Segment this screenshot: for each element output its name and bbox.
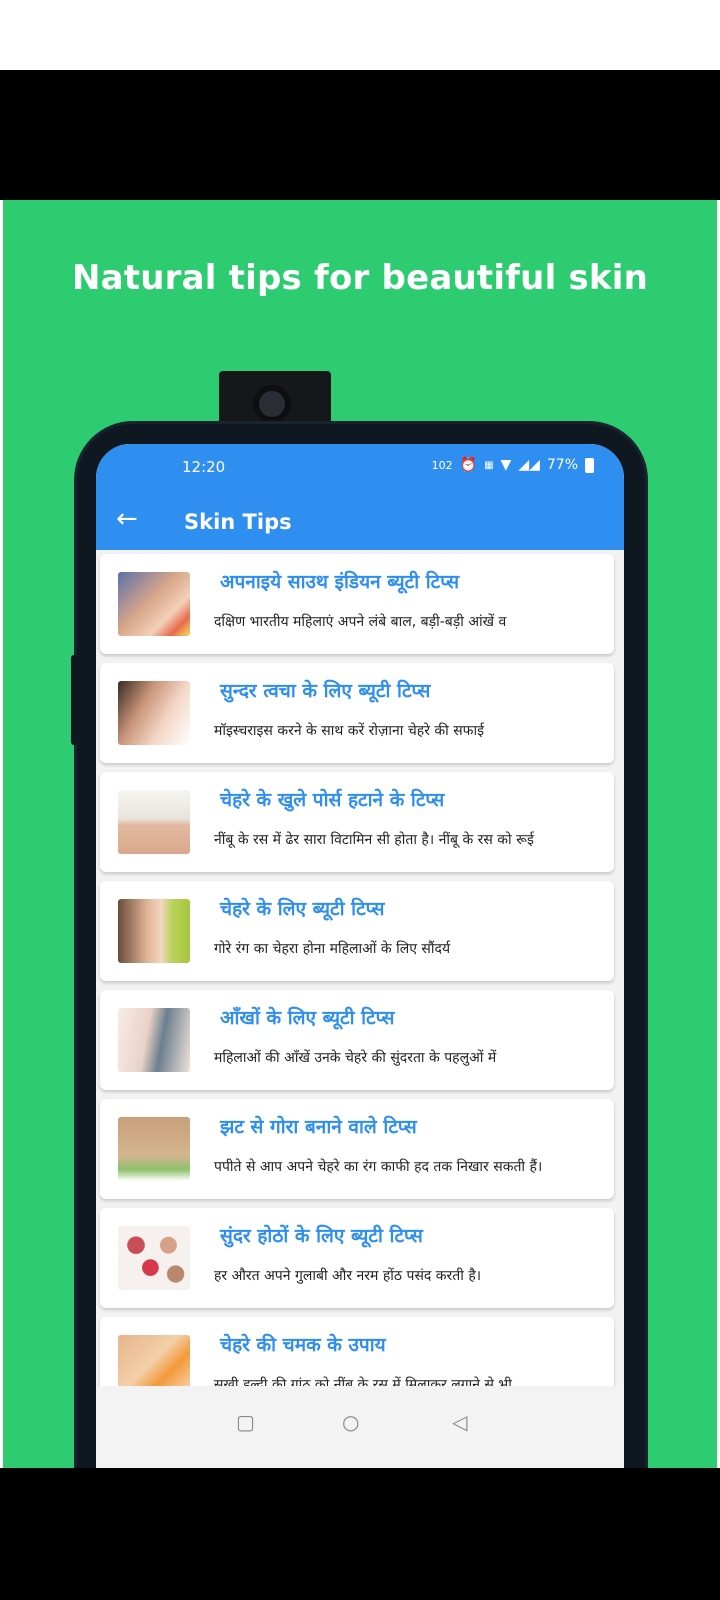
data-speed-indicator: 102 <box>431 458 453 472</box>
tip-card-1[interactable]: अपनाइये साउथ इंडियन ब्यूटी टिप्स दक्षिण … <box>100 554 614 654</box>
tip-title-8: चेहरे की चमक के उपाय <box>220 1334 386 1356</box>
battery-icon <box>585 457 594 473</box>
tip-desc-7: हर औरत अपने गुलाबी और नरम होंठ पसंद करती… <box>214 1268 482 1284</box>
tip-title-5: आँखों के लिए ब्यूटी टिप्स <box>220 1007 395 1029</box>
tip-desc-3: नींबू के रस में ढेर सारा विटामिन सी होता… <box>214 832 534 848</box>
tip-desc-4: गोरे रंग का चेहरा होना महिलाओं के लिए सौ… <box>214 941 451 957</box>
back-triangle-icon[interactable]: ◁ <box>452 1410 467 1434</box>
tip-title-7: सुंदर होठों के लिए ब्यूटी टिप्स <box>220 1225 423 1247</box>
status-time: 12:20 <box>182 458 226 476</box>
tip-card-6[interactable]: झट से गोरा बनाने वाले टिप्स पपीते से आप … <box>100 1099 614 1199</box>
tip-card-3[interactable]: चेहरे के खुले पोर्स हटाने के टिप्स नींबू… <box>100 772 614 872</box>
app-bar: ← Skin Tips <box>96 492 624 550</box>
tip-thumbnail-2 <box>118 681 190 745</box>
tip-card-4[interactable]: चेहरे के लिए ब्यूटी टिप्स गोरे रंग का चे… <box>100 881 614 981</box>
phone-volume-button <box>71 655 79 745</box>
popup-camera <box>219 371 331 427</box>
tip-desc-5: महिलाओं की आँखें उनके चेहरे की सुंदरता क… <box>214 1050 497 1066</box>
tip-card-5[interactable]: आँखों के लिए ब्यूटी टिप्स महिलाओं की आँख… <box>100 990 614 1090</box>
recents-square-icon[interactable]: ▢ <box>236 1410 255 1434</box>
phone-power-button <box>625 686 633 742</box>
hd-icon: ▦ <box>484 459 494 471</box>
tip-desc-1: दक्षिण भारतीय महिलाएं अपने लंबे बाल, बड़… <box>214 614 507 630</box>
battery-percent: 77% <box>546 457 578 473</box>
tip-title-1: अपनाइये साउथ इंडियन ब्यूटी टिप्स <box>220 571 460 593</box>
status-bar: 12:20 102 ⏰ ▦ ▼ ◢◢ 77% <box>96 444 624 492</box>
tip-desc-2: मॉइस्चराइस करने के साथ करें रोज़ाना चेहर… <box>214 723 484 739</box>
tip-desc-6: पपीते से आप अपने चेहरे का रंग काफी हद तक… <box>214 1159 543 1175</box>
signal-icon: ◢◢ <box>518 457 540 473</box>
tip-title-2: सुन्दर त्वचा के लिए ब्यूटी टिप्स <box>220 680 431 702</box>
tip-title-3: चेहरे के खुले पोर्स हटाने के टिप्स <box>220 789 445 811</box>
back-arrow-icon[interactable]: ← <box>116 504 138 534</box>
bottom-letterbox <box>0 1468 720 1600</box>
wifi-icon: ▼ <box>500 457 512 473</box>
tip-card-2[interactable]: सुन्दर त्वचा के लिए ब्यूटी टिप्स मॉइस्चर… <box>100 663 614 763</box>
camera-lens-icon <box>253 385 291 423</box>
tip-card-7[interactable]: सुंदर होठों के लिए ब्यूटी टिप्स हर औरत अ… <box>100 1208 614 1308</box>
promo-headline: Natural tips for beautiful skin <box>72 258 648 298</box>
app-title: Skin Tips <box>184 510 292 534</box>
tip-thumbnail-6 <box>118 1117 190 1181</box>
system-navigation-bar: ▢ ○ ◁ <box>96 1386 624 1468</box>
tip-title-6: झट से गोरा बनाने वाले टिप्स <box>220 1116 417 1138</box>
status-icons: 102 ⏰ ▦ ▼ ◢◢ 77% <box>432 457 594 473</box>
alarm-icon: ⏰ <box>459 457 478 473</box>
top-letterbox <box>0 70 720 200</box>
tip-thumbnail-7 <box>118 1226 190 1290</box>
tip-thumbnail-1 <box>118 572 190 636</box>
phone-screen: 12:20 102 ⏰ ▦ ▼ ◢◢ 77% ← Skin Tips अपनाइ… <box>96 444 624 1468</box>
tips-list: अपनाइये साउथ इंडियन ब्यूटी टिप्स दक्षिण … <box>100 554 614 1426</box>
top-margin <box>0 0 720 70</box>
tip-thumbnail-3 <box>118 790 190 854</box>
tip-title-4: चेहरे के लिए ब्यूटी टिप्स <box>220 898 385 920</box>
tip-thumbnail-5 <box>118 1008 190 1072</box>
phone-side-button <box>625 796 633 876</box>
home-circle-icon[interactable]: ○ <box>342 1410 359 1434</box>
tip-thumbnail-4 <box>118 899 190 963</box>
